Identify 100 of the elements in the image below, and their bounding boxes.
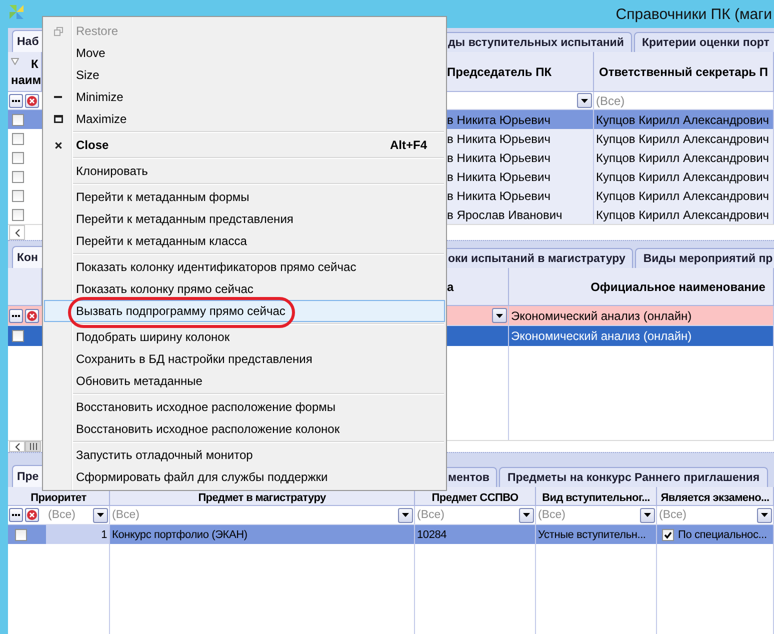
table-cell: в Никита Юрьевич xyxy=(446,110,594,129)
clear-icon xyxy=(27,510,37,520)
column-header[interactable]: Предмет ССПВО xyxy=(415,487,536,506)
menu-item[interactable]: Показать колонку идентификаторов прямо сейчас xyxy=(44,256,445,278)
caret-icon xyxy=(644,513,651,517)
menu-item[interactable]: Перейти к метаданным класса xyxy=(44,230,445,252)
clear-filter-button[interactable] xyxy=(25,308,39,322)
checkbox[interactable] xyxy=(12,208,24,220)
menu-item[interactable]: Size xyxy=(44,64,445,86)
menu-item[interactable]: Сформировать файл для службы поддержки xyxy=(44,466,445,488)
scroll-left-button[interactable] xyxy=(9,225,25,240)
clear-icon xyxy=(27,96,37,106)
row-header[interactable] xyxy=(8,326,42,346)
menu-item[interactable]: Minimize xyxy=(44,86,445,108)
table-cell: Устные вступительн... xyxy=(536,525,657,544)
caret-icon xyxy=(97,513,104,517)
checkbox[interactable] xyxy=(12,152,24,164)
checkbox[interactable] xyxy=(662,528,674,540)
menu-item[interactable]: Вызвать подпрограмму прямо сейчас xyxy=(44,300,445,322)
chevron-left-icon xyxy=(14,228,20,236)
dropdown-button[interactable] xyxy=(757,508,772,522)
caret-icon xyxy=(581,98,588,102)
tab[interactable]: оки испытаний в магистратуру xyxy=(447,248,634,268)
table-cell: в Ярослав Иванович xyxy=(446,205,594,224)
column-header[interactable]: Председатель ПК xyxy=(446,52,594,92)
column-header[interactable]: а xyxy=(446,268,509,306)
dropdown-button[interactable] xyxy=(640,508,655,522)
column-header[interactable]: Ответственный секретарь П xyxy=(594,52,774,92)
tab[interactable]: Наб xyxy=(12,30,42,52)
table-cell: в Никита Юрьевич xyxy=(446,167,594,186)
scrollbar-thumb[interactable] xyxy=(25,441,41,452)
menu-item[interactable]: Сохранить в БД настройки представления xyxy=(44,348,445,370)
menu-item[interactable]: Move xyxy=(44,42,445,64)
table-cell: 10284 xyxy=(415,525,536,544)
scroll-left-button[interactable] xyxy=(9,441,25,452)
checkbox[interactable] xyxy=(12,330,24,342)
dropdown-button[interactable] xyxy=(398,508,413,522)
table-cell: в Никита Юрьевич xyxy=(446,129,594,148)
menu-item[interactable]: Перейти к метаданным формы xyxy=(44,186,445,208)
clear-filter-button[interactable] xyxy=(25,508,39,522)
dropdown-button[interactable] xyxy=(93,508,108,522)
more-button[interactable] xyxy=(9,94,23,108)
header-label: наим xyxy=(11,73,42,87)
table-cell: Конкурс портфолио (ЭКАН) xyxy=(110,525,415,544)
menu-item[interactable]: Клонировать xyxy=(44,160,445,182)
window-title: Справочники ПК (маги xyxy=(616,6,773,22)
filter-field[interactable]: Экономический анализ (онлайн) xyxy=(509,306,773,325)
checkbox[interactable] xyxy=(15,528,27,540)
tab[interactable]: Предметы на конкурс Раннего приглашения xyxy=(499,467,768,487)
checkbox[interactable] xyxy=(12,114,24,126)
maximize-icon xyxy=(54,115,62,123)
table-cell: Купцов Кирилл Александрович xyxy=(594,186,774,205)
menu-item[interactable]: Восстановить исходное расположение формы xyxy=(44,396,445,418)
menu-item[interactable]: Обновить метаданные xyxy=(44,370,445,392)
checkmark-icon xyxy=(664,530,672,538)
menu-item[interactable]: Запустить отладочный монитор xyxy=(44,444,445,466)
menu-item[interactable]: Показать колонку прямо сейчас xyxy=(44,278,445,300)
clear-filter-button[interactable] xyxy=(25,94,39,108)
filter-field[interactable]: (Все) xyxy=(110,506,398,524)
table-cell: Купцов Кирилл Александрович xyxy=(594,129,774,148)
filter-field[interactable]: (Все) xyxy=(594,92,773,109)
more-button[interactable] xyxy=(9,308,23,322)
table-cell: в Никита Юрьевич xyxy=(446,186,594,205)
tab[interactable]: Пре xyxy=(12,465,42,487)
tab[interactable]: Критерии оценки порт xyxy=(634,32,774,52)
menu-item[interactable]: Восстановить исходное расположение колонок xyxy=(44,418,445,440)
dropdown-button[interactable] xyxy=(577,93,592,108)
filter-field[interactable]: (Все) xyxy=(415,506,519,524)
tab[interactable]: Кон xyxy=(12,246,42,268)
tab[interactable]: ментов xyxy=(447,467,498,487)
triangle-icon xyxy=(11,58,19,65)
table-cell: 1 xyxy=(46,525,110,544)
filter-field[interactable]: (Все) xyxy=(46,506,93,524)
menu-item[interactable]: Перейти к метаданным представления xyxy=(44,208,445,230)
column-header[interactable]: Вид вступительног... xyxy=(536,487,657,506)
table-cell: Купцов Кирилл Александрович xyxy=(594,110,774,129)
menu-item[interactable]: Подобрать ширину колонок xyxy=(44,326,445,348)
dropdown-button[interactable] xyxy=(492,308,507,323)
column-header[interactable]: Является экзамено... xyxy=(657,487,774,506)
checkbox[interactable] xyxy=(12,190,24,202)
caret-icon xyxy=(761,513,768,517)
filter-field[interactable]: (Все) xyxy=(536,506,640,524)
cell-text: По специальнос... xyxy=(678,528,767,540)
header-label: К xyxy=(31,57,40,71)
menu-item[interactable]: Close Alt+F4 xyxy=(44,134,445,156)
table-cell: Купцов Кирилл Александрович xyxy=(594,167,774,186)
app-icon xyxy=(8,4,25,20)
tab[interactable]: ды вступительных испытаний xyxy=(447,32,632,52)
filter-field[interactable]: (Все) xyxy=(657,506,757,524)
dropdown-button[interactable] xyxy=(519,508,534,522)
minimize-icon xyxy=(54,96,62,98)
column-header[interactable]: Официальное наименование xyxy=(509,268,774,306)
caret-icon xyxy=(523,513,530,517)
tab[interactable]: Виды мероприятий пр xyxy=(635,248,774,268)
more-button[interactable] xyxy=(9,508,23,522)
menu-item[interactable]: Maximize xyxy=(44,108,445,130)
checkbox[interactable] xyxy=(12,132,24,144)
checkbox[interactable] xyxy=(12,170,24,182)
caret-icon xyxy=(496,314,503,318)
restore-icon xyxy=(54,26,62,36)
